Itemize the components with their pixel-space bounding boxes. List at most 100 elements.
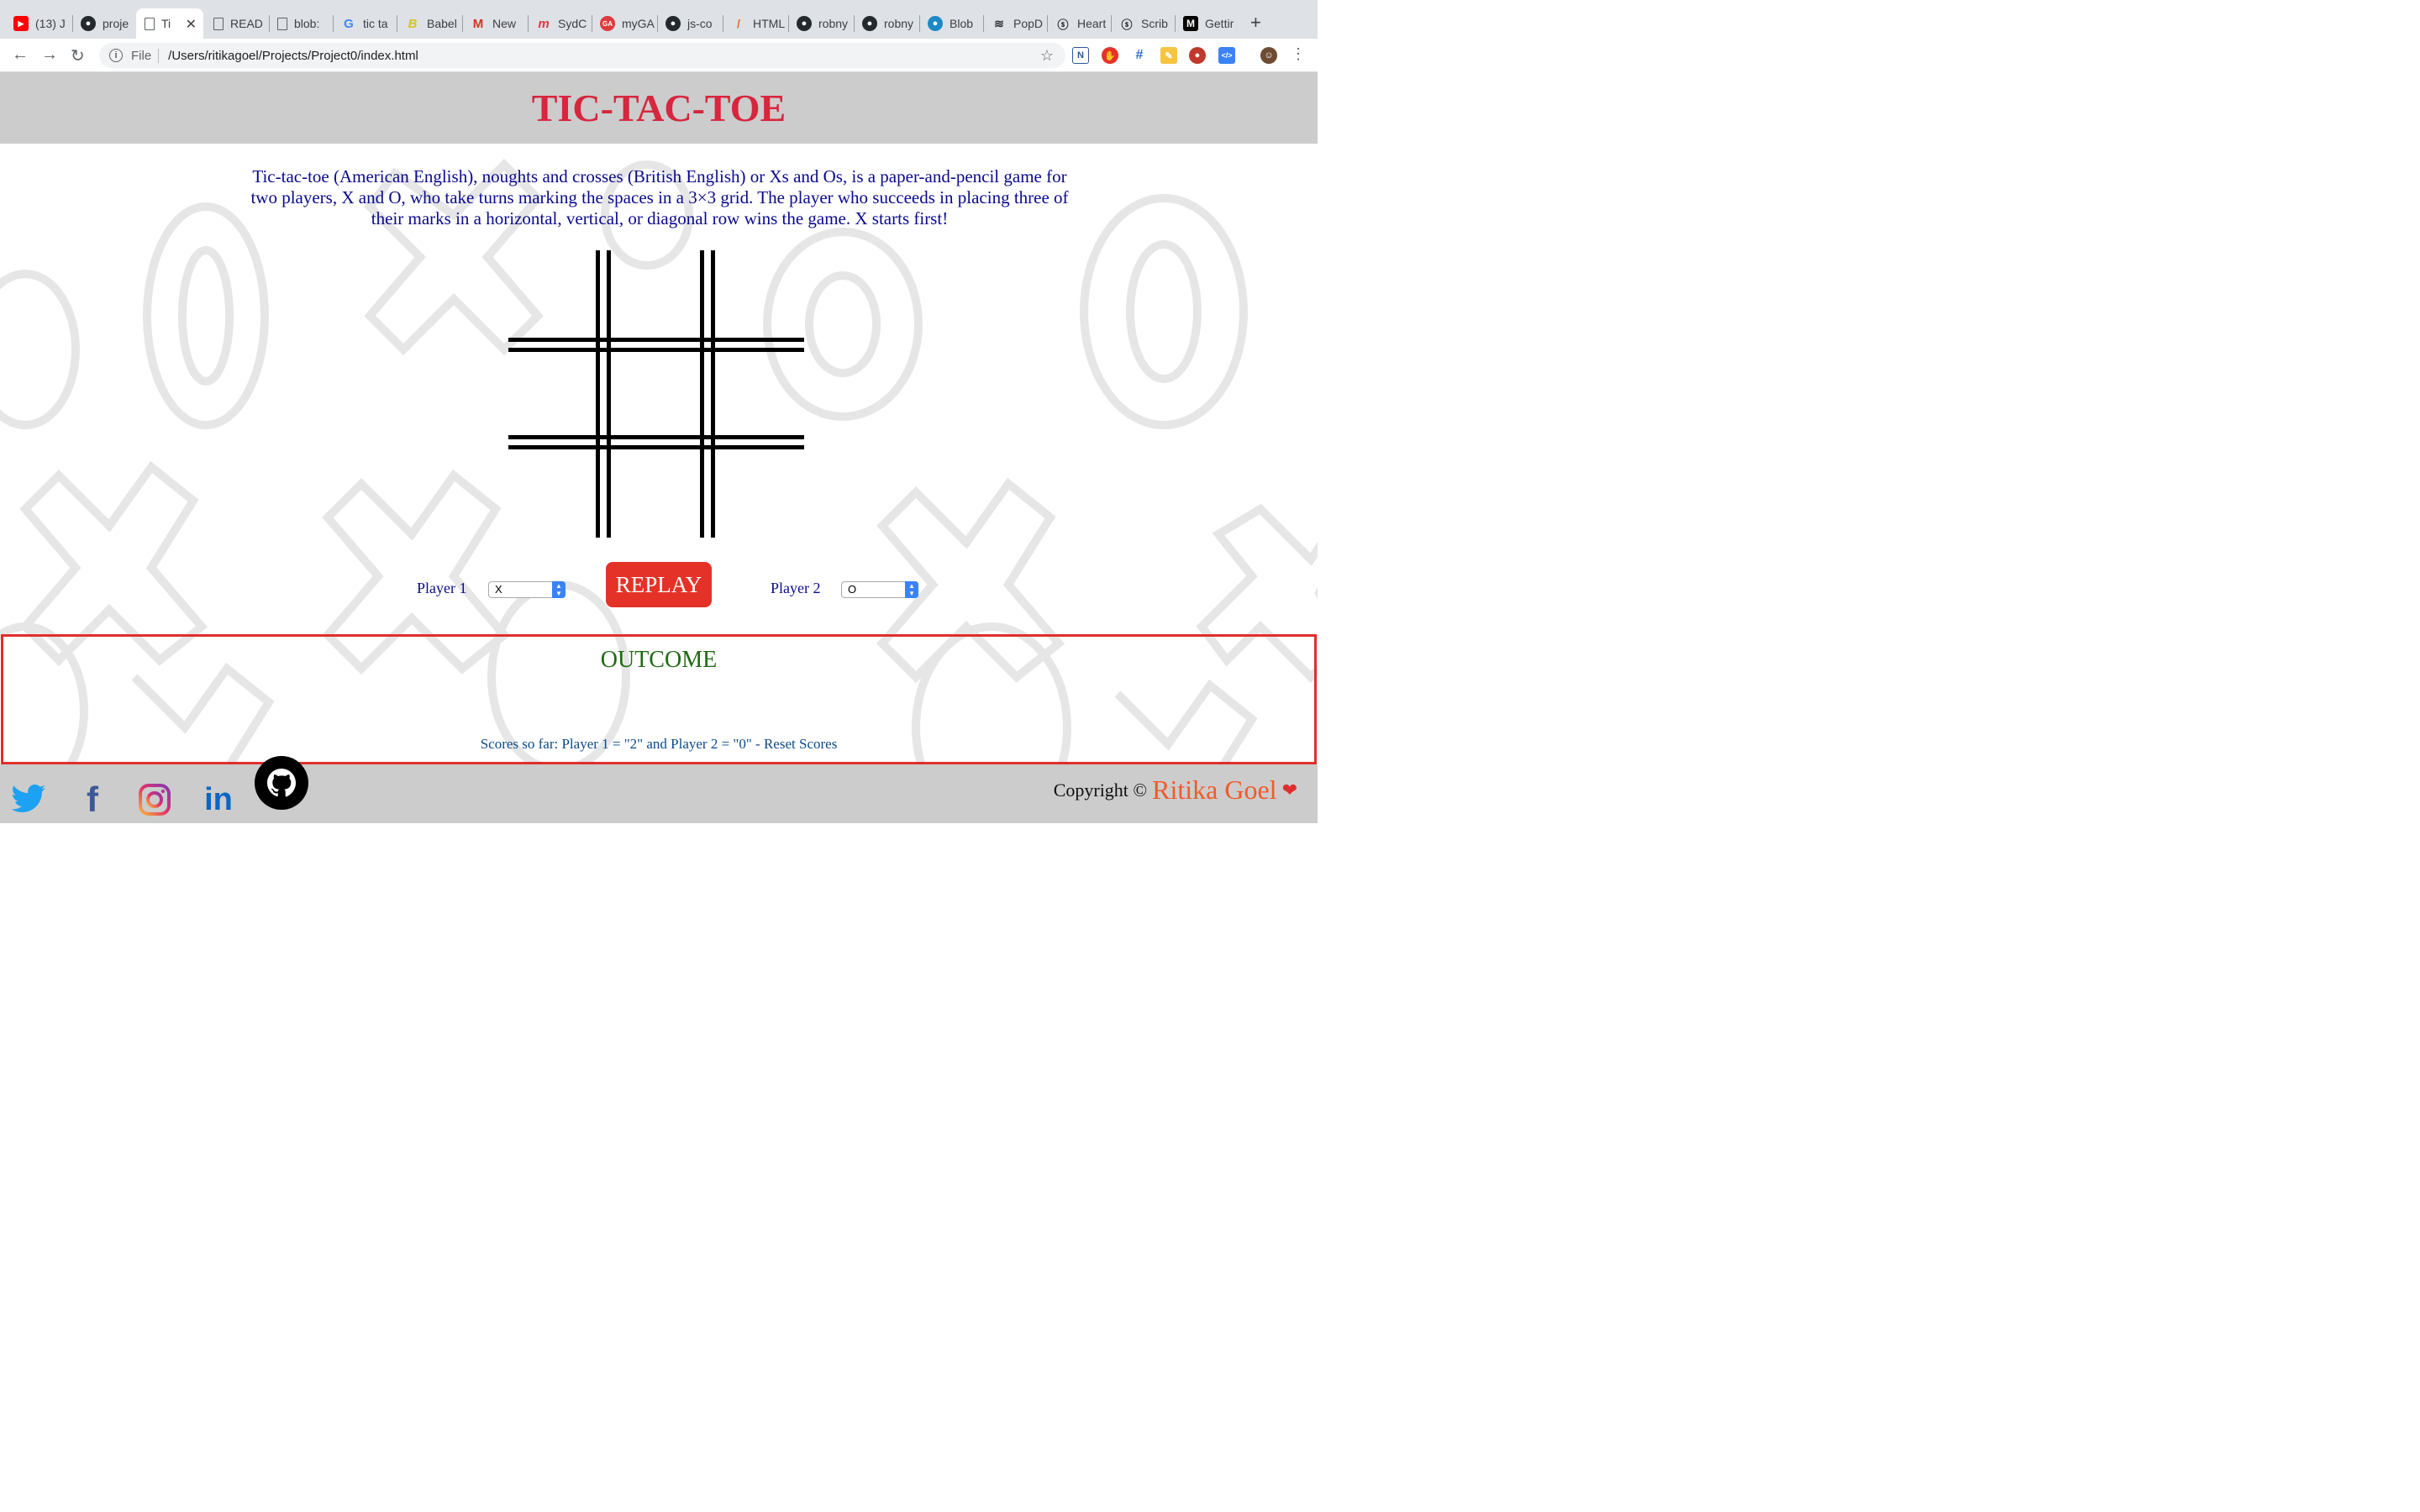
address-bar[interactable]: i File /Users/ritikagoel/Projects/Projec… [99,43,1065,68]
browser-toolbar: ← → ↻ i File /Users/ritikagoel/Projects/… [0,39,1318,72]
extension-grid-icon[interactable]: # [1131,47,1148,64]
tab-strip: ▶ (13) J ● proje Ti ✕ READ blob: G tic t… [0,0,1318,39]
tab-active-tictactoe[interactable]: Ti ✕ [136,8,203,39]
facebook-icon[interactable]: f [74,781,111,818]
profile-avatar[interactable]: ☺ [1260,47,1277,64]
tab-myga[interactable]: GA myGA [592,8,655,39]
page-icon [213,17,224,30]
github-icon: ● [797,16,812,31]
linkedin-icon[interactable]: in [200,781,237,818]
board-cell-8[interactable] [611,449,700,538]
copyright: Copyright © Ritika Goel ❤ [1054,774,1297,806]
board-cell-2[interactable] [611,250,700,338]
tab-github-project[interactable]: ● proje [72,8,134,39]
grid-line-v2b [711,250,715,538]
player2-label: Player 2 [771,580,821,596]
tab-meetup[interactable]: m SydC [528,8,590,39]
player2-select-value: O [848,583,857,596]
player1-label: Player 1 [417,580,467,596]
scribd-icon: ⓢ [1121,18,1133,31]
tab-youtube[interactable]: ▶ (13) J [5,8,71,39]
tab-babel[interactable]: B Babel [397,8,460,39]
info-icon[interactable]: i [109,49,123,62]
game-board [508,250,804,538]
youtube-icon: ▶ [13,16,29,31]
tab-popd[interactable]: ≋ PopD [983,8,1045,39]
forward-icon[interactable]: → [41,45,58,65]
board-cell-1[interactable] [508,250,596,338]
url-text[interactable]: /Users/ritikagoel/Projects/Project0/inde… [168,49,418,63]
outcome-panel: OUTCOME Scores so far: Player 1 = "2" an… [1,634,1317,764]
copyright-label: Copyright © [1053,779,1148,801]
tab-blob-2[interactable]: ● Blob [919,8,981,39]
page-title: TIC-TAC-TOE [531,87,786,129]
grid-line-h1b [508,348,804,352]
select-arrows-icon: ▲ ▼ [552,581,566,598]
tab-robny-2[interactable]: ● robny [854,8,918,39]
page-icon [145,17,155,30]
reload-icon[interactable]: ↻ [71,45,85,66]
github-icon: ● [666,16,681,31]
board-cell-9[interactable] [715,449,804,538]
scores-text[interactable]: Scores so far: Player 1 = "2" and Player… [3,736,1314,753]
tab-gmail[interactable]: M New [462,8,526,39]
url-scheme: File [131,48,160,63]
player1-select-value: X [495,583,502,596]
tab-html[interactable]: / HTML [723,8,786,39]
outcome-title: OUTCOME [600,647,718,673]
close-tab-icon[interactable]: ✕ [186,16,197,33]
extension-code-icon[interactable]: </> [1218,47,1235,64]
author-name[interactable]: Ritika Goel [1152,774,1276,806]
github-icon: ● [81,16,96,31]
bookmark-star-icon[interactable]: ☆ [1040,47,1054,65]
menu-dots-icon[interactable]: ⋮ [1291,45,1306,63]
tab-scribd[interactable]: ⓢ Scrib [1111,8,1173,39]
game-description: Tic-tac-toe (American English), noughts … [250,166,1069,228]
extension-n-icon[interactable]: N [1072,47,1089,64]
babel-icon: B [408,16,418,31]
meetup-icon: m [538,16,550,31]
grid-line-v2a [700,250,704,538]
grid-line-v1b [607,250,611,538]
grid-line-h2a [508,435,804,439]
blob-icon: ● [928,16,943,31]
extension-camera-icon[interactable]: ● [1189,47,1206,64]
grid-line-h2b [508,445,804,449]
select-arrows-icon: ▲ ▼ [905,581,918,598]
replay-button[interactable]: REPLAY [606,562,712,607]
player1-select[interactable]: X ▲ ▼ [488,581,566,598]
heart-icon: ❤ [1281,779,1297,801]
tab-robny-1[interactable]: ● robny [788,8,852,39]
gmail-icon: M [472,16,484,31]
tab-medium[interactable]: M Gettir [1175,8,1240,39]
board-cell-3[interactable] [715,250,804,338]
page-icon [277,17,287,30]
twitter-icon[interactable] [10,781,47,818]
tab-blob[interactable]: blob: [269,8,331,39]
medium-icon: M [1183,16,1198,31]
html-icon: / [737,17,740,30]
back-icon[interactable]: ← [12,45,29,65]
instagram-icon[interactable] [136,781,173,818]
new-tab-icon[interactable]: + [1250,12,1261,34]
tab-js-course[interactable]: ● js-co [657,8,721,39]
page-footer: f in Copyright © Ritika Goel ❤ [0,756,1318,823]
tab-google-search[interactable]: G tic ta [333,8,395,39]
board-cell-5[interactable] [611,352,700,435]
extension-adblock-icon[interactable]: ✋ [1102,47,1118,64]
extension-pencil-icon[interactable]: ✎ [1160,47,1177,64]
github-icon: ● [862,16,877,31]
popd-icon: ≋ [994,16,1004,30]
github-icon[interactable] [255,756,308,810]
google-icon: G [344,16,354,31]
board-cell-4[interactable] [508,352,596,435]
player2-select[interactable]: O ▲ ▼ [841,581,918,598]
board-cell-7[interactable] [508,449,596,538]
tab-readme[interactable]: READ [205,8,267,39]
board-cell-6[interactable] [715,352,804,435]
grid-line-v1a [596,250,600,538]
tab-heart[interactable]: ⓢ Heart [1047,8,1109,39]
scribd-icon: ⓢ [1057,18,1069,31]
page-viewport: TIC-TAC-TOE Tic-tac-toe (American Englis… [0,72,1318,823]
grid-line-h1a [508,338,804,342]
